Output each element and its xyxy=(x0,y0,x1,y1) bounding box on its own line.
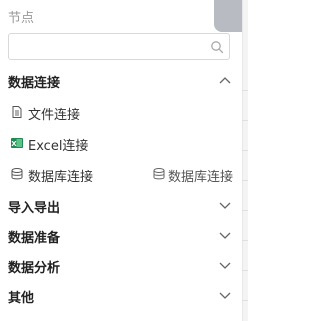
database-icon xyxy=(11,168,23,180)
search-icon[interactable] xyxy=(210,40,224,54)
section-label: 其他 xyxy=(8,291,35,306)
section-data-connect[interactable]: 数据连接 xyxy=(8,70,232,92)
database-icon xyxy=(153,168,165,180)
node-item-excel-connect[interactable]: X Excel连接 xyxy=(10,134,130,154)
divider xyxy=(242,270,248,271)
section-import-export[interactable]: 导入导出 xyxy=(8,195,232,217)
section-data-prep[interactable]: 数据准备 xyxy=(8,225,232,247)
node-item-file-connect[interactable]: 文件连接 xyxy=(10,103,130,123)
file-icon xyxy=(12,106,22,118)
section-label: 数据分析 xyxy=(8,261,61,276)
search-input[interactable] xyxy=(15,38,205,56)
chevron-down-icon[interactable] xyxy=(218,289,232,301)
section-label: 导入导出 xyxy=(8,201,61,216)
item-label: 数据库连接 xyxy=(28,170,94,185)
node-item-database-connect-drag[interactable]: 数据库连接 xyxy=(152,165,244,185)
item-label: 数据库连接 xyxy=(168,170,234,185)
node-panel: 节点 数据连接 文件连接 X Excel连接 数据库连接 数据库连接 导入导出 … xyxy=(0,0,248,321)
chevron-down-icon[interactable] xyxy=(218,199,232,211)
divider xyxy=(242,90,248,91)
chevron-down-icon[interactable] xyxy=(218,259,232,271)
divider xyxy=(242,300,248,301)
svg-text:X: X xyxy=(11,140,17,148)
item-label: 文件连接 xyxy=(28,108,81,123)
divider xyxy=(242,150,248,151)
scroll-track[interactable] xyxy=(242,0,248,321)
section-label: 数据连接 xyxy=(8,76,61,91)
scrollbar-thumb[interactable] xyxy=(214,0,242,32)
divider xyxy=(242,240,248,241)
excel-icon: X xyxy=(11,138,23,148)
section-other[interactable]: 其他 xyxy=(8,285,232,307)
chevron-down-icon[interactable] xyxy=(218,229,232,241)
node-item-database-connect[interactable]: 数据库连接 xyxy=(10,165,130,185)
chevron-up-icon[interactable] xyxy=(218,74,232,86)
panel-title: 节点 xyxy=(8,11,35,26)
search-box[interactable] xyxy=(8,33,230,60)
divider xyxy=(242,120,248,121)
section-data-analysis[interactable]: 数据分析 xyxy=(8,255,232,277)
divider xyxy=(242,210,248,211)
section-label: 数据准备 xyxy=(8,231,61,246)
item-label: Excel连接 xyxy=(28,139,89,154)
